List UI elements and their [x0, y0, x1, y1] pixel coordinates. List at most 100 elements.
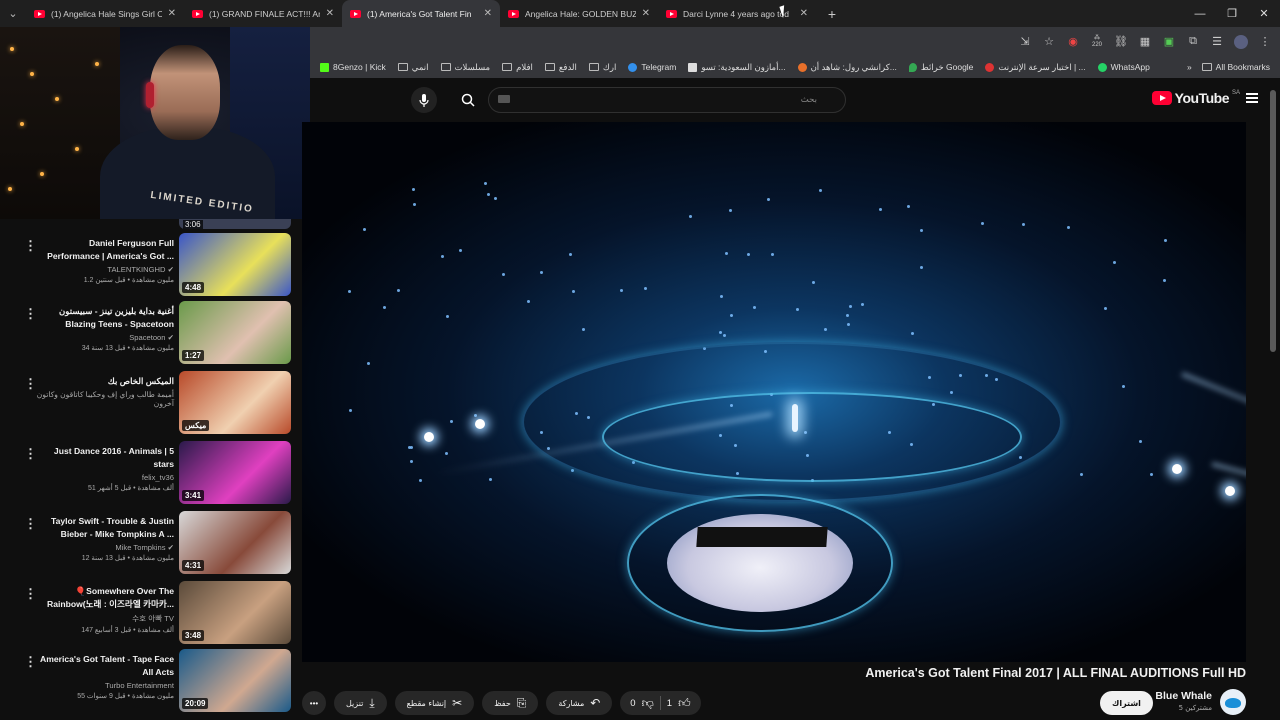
thumbs-down-icon[interactable]: 👎︎	[642, 696, 654, 711]
recommendation-thumbnail[interactable]: 4:48	[179, 233, 291, 296]
recommendation-channel[interactable]: Turbo Entertainment	[36, 681, 174, 690]
recommendation-channel[interactable]: أميمة طالب وراي إف وحكيبا كاتاقون وكاتون…	[36, 390, 174, 408]
minimize-icon[interactable]: —	[1184, 0, 1216, 27]
recommendation-title[interactable]: الميكس الخاص بك	[36, 375, 174, 388]
bookmark-item[interactable]: 8Genzo | Kick	[320, 62, 386, 72]
recommendation-title[interactable]: Taylor Swift - Trouble & Justin Bieber -…	[36, 515, 174, 541]
clip-button[interactable]: إنشاء مقطع ✂	[394, 691, 475, 715]
browser-tab[interactable]: Angelica Hale: GOLDEN BUZZER ✕	[500, 0, 658, 27]
more-options-icon[interactable]: ⋮	[24, 447, 37, 461]
browser-tab[interactable]: (1) GRAND FINALE ACT!!! Amer ✕	[184, 0, 342, 27]
recommendation-thumbnail[interactable]: 1:27	[179, 301, 291, 364]
close-tab-icon[interactable]: ✕	[642, 8, 650, 19]
recommendation-item[interactable]: ⋮ Just Dance 2016 - Animals | 5 stars feli…	[0, 441, 300, 509]
extension-link-icon[interactable]: ⛓	[1112, 33, 1130, 51]
more-actions-button[interactable]: •••	[302, 691, 326, 715]
recommendation-item[interactable]: ⋮ 🎈Somewhere Over The Rainbow(노래 : 이즈라엘 카…	[0, 581, 300, 649]
browser-menu-icon[interactable]: ⋮	[1256, 33, 1274, 51]
browser-tab[interactable]: (1) America's Got Talent Fin ✕	[342, 0, 500, 27]
close-tab-icon[interactable]: ✕	[800, 8, 808, 19]
recommendation-item[interactable]: ⋮ الميكس الخاص بك أميمة طالب وراي إف وحكيب…	[0, 371, 300, 439]
tab-title: (1) Angelica Hale Sings Girl On	[51, 8, 162, 19]
stage-sparkle	[723, 334, 726, 337]
search-input[interactable]: بحث	[488, 87, 846, 113]
share-button[interactable]: مشاركة ↶	[546, 691, 613, 715]
bookmark-item[interactable]: افلام	[502, 62, 533, 73]
recommendation-thumbnail[interactable]: 4:31	[179, 511, 291, 574]
stage-sparkle	[1164, 239, 1167, 242]
close-tab-icon[interactable]: ✕	[326, 8, 334, 19]
recommendation-channel[interactable]: 수호 아빠 TV	[36, 613, 174, 624]
bookmark-item[interactable]: مسلسلات	[440, 62, 490, 73]
voice-search-button[interactable]	[411, 87, 437, 113]
bookmark-item[interactable]: WhatsApp	[1097, 62, 1150, 72]
bookmark-item[interactable]: كرانشي رول: شاهد أن...	[797, 62, 897, 73]
channel-avatar[interactable]	[1220, 689, 1246, 715]
tab-search-icon[interactable]: ⌄	[0, 0, 26, 27]
recommendation-title[interactable]: Daniel Ferguson Full Performance | Ameri…	[36, 237, 174, 263]
bookmark-item[interactable]: الدفع	[544, 62, 577, 73]
bookmark-item[interactable]: خرائط Google	[908, 62, 973, 73]
recommendation-title[interactable]: America's Got Talent - Tape Face All Act…	[36, 653, 174, 679]
video-player[interactable]	[302, 122, 1246, 662]
recommendation-title[interactable]: Just Dance 2016 - Animals | 5 stars	[36, 445, 174, 471]
recommendation-title[interactable]: أغنية بداية بليزين تينز - سبيستون Blazin…	[36, 305, 174, 331]
more-options-icon[interactable]: ⋮	[24, 239, 37, 253]
browser-tab[interactable]: (1) Angelica Hale Sings Girl On ✕	[26, 0, 184, 27]
recommendation-item[interactable]: ⋮ America's Got Talent - Tape Face All Ac…	[0, 649, 300, 717]
download-button[interactable]: تنزيل ⤓	[334, 691, 387, 715]
close-tab-icon[interactable]: ✕	[484, 8, 492, 19]
recommendation-thumbnail[interactable]: 3:41	[179, 441, 291, 504]
bookmark-star-icon[interactable]: ☆	[1040, 33, 1058, 51]
bookmark-item[interactable]: Telegram	[628, 62, 676, 72]
extension-color-icon[interactable]: ◉	[1064, 33, 1082, 51]
duration-badge: 4:31	[182, 560, 205, 571]
recommendation-item[interactable]: ⋮ Daniel Ferguson Full Performance | Amer…	[0, 233, 300, 301]
youtube-logo[interactable]: YouTube SA	[1151, 90, 1240, 106]
more-options-icon[interactable]: ⋮	[24, 377, 37, 391]
recommendation-channel[interactable]: felix_tv36	[36, 473, 174, 482]
partial-thumbnail[interactable]: 3:06	[179, 219, 291, 229]
recommendation-thumbnail[interactable]: 20:09	[179, 649, 291, 712]
stage-sparkle	[572, 290, 575, 293]
search-button[interactable]	[453, 87, 483, 113]
extension-green-icon[interactable]: ▣	[1160, 33, 1178, 51]
recommendation-channel[interactable]: Spacetoon ✔	[36, 333, 174, 342]
profile-avatar[interactable]	[1232, 33, 1250, 51]
recommendation-thumbnail[interactable]: 3:48	[179, 581, 291, 644]
install-app-icon[interactable]: ⇲	[1016, 33, 1034, 51]
close-window-icon[interactable]: ✕	[1248, 0, 1280, 27]
page-scrollbar[interactable]	[1270, 90, 1276, 352]
recommendation-item[interactable]: ⋮ Taylor Swift - Trouble & Justin Bieber …	[0, 511, 300, 579]
youtube-favicon-icon	[350, 9, 361, 18]
recommendation-item[interactable]: ⋮ أغنية بداية بليزين تينز - سبيستون Blazi…	[0, 301, 300, 369]
thumbs-up-icon[interactable]: 👍︎	[678, 696, 691, 711]
bookmarks-overflow-icon[interactable]: »	[1187, 62, 1192, 72]
bookmark-item[interactable]: ارك	[588, 62, 616, 73]
bookmark-item[interactable]: أمازون السعودية: تسو...	[688, 62, 786, 73]
maximize-icon[interactable]: ❐	[1216, 0, 1248, 27]
tab-search-list-icon[interactable]: ☰	[1208, 33, 1226, 51]
extension-badge-icon[interactable]: ⁂ 220	[1088, 33, 1106, 51]
close-tab-icon[interactable]: ✕	[168, 8, 176, 19]
recommendation-channel[interactable]: TALENTKINGHD ✔	[36, 265, 174, 274]
new-tab-button[interactable]: +	[822, 4, 842, 24]
more-options-icon[interactable]: ⋮	[24, 655, 37, 669]
more-options-icon[interactable]: ⋮	[24, 307, 37, 321]
recommendation-channel[interactable]: Mike Tompkins ✔	[36, 543, 174, 552]
all-bookmarks-button[interactable]: All Bookmarks	[1201, 62, 1270, 72]
recommendation-title[interactable]: 🎈Somewhere Over The Rainbow(노래 : 이즈라엘 카마…	[36, 585, 174, 611]
extensions-puzzle-icon[interactable]: ⧉	[1184, 33, 1202, 51]
hamburger-menu-icon[interactable]	[1246, 93, 1258, 103]
recommendation-thumbnail[interactable]: ميكس	[179, 371, 291, 434]
bookmark-item[interactable]: اختبار سرعة الإنترنت | ...	[985, 62, 1086, 73]
save-button[interactable]: حفظ ⎘	[482, 691, 539, 715]
keyboard-icon[interactable]	[498, 95, 510, 103]
bookmark-item[interactable]: انمي	[397, 62, 429, 73]
headphones-icon	[146, 82, 154, 108]
stage-sparkle	[729, 209, 732, 212]
more-options-icon[interactable]: ⋮	[24, 587, 37, 601]
more-options-icon[interactable]: ⋮	[24, 517, 37, 531]
channel-name[interactable]: Blue Whale	[1130, 690, 1212, 702]
extension-grid-icon[interactable]: ▦	[1136, 33, 1154, 51]
